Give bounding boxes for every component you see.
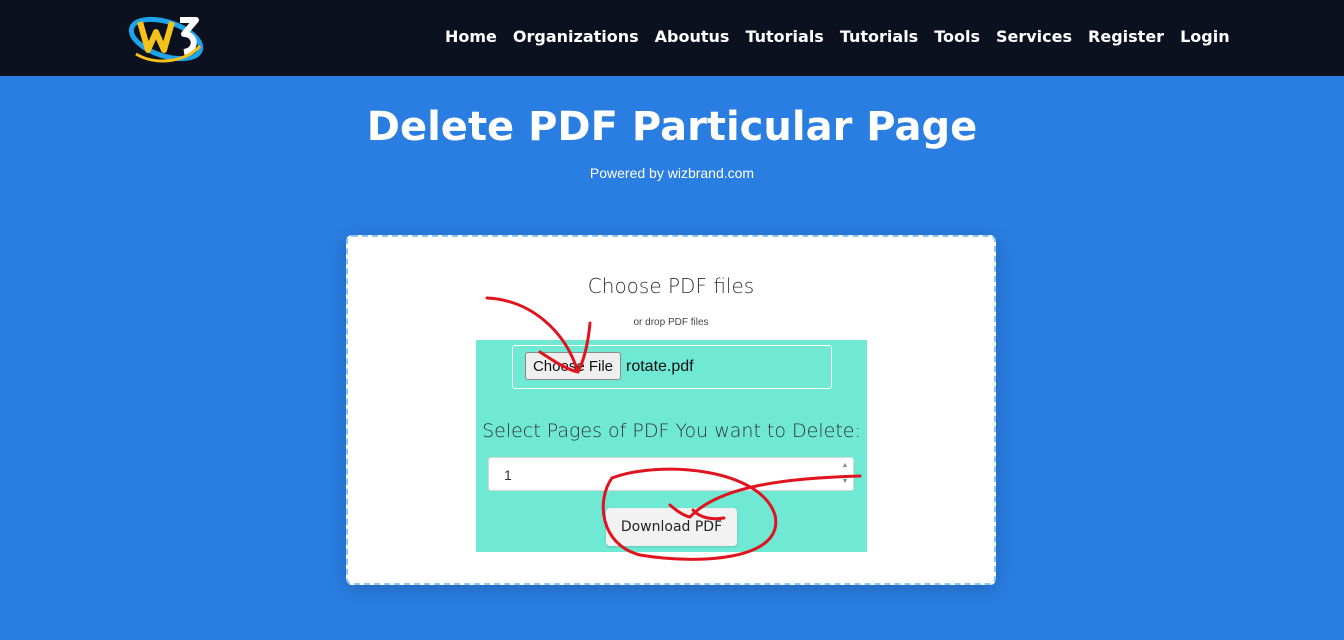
spin-down-icon[interactable]: ▼ [839,476,851,488]
number-spinner[interactable]: ▲ ▼ [839,460,851,488]
drop-hint: or drop PDF files [633,317,709,328]
upload-panel: Choose File rotate.pdf Select Pages of P… [476,340,867,552]
nav-register[interactable]: Register [1088,27,1164,46]
page-number-value: 1 [504,467,512,483]
choose-file-button[interactable]: Choose File [525,352,621,380]
main-nav: Home Organizations Aboutus Tutorials Tut… [445,27,1230,46]
nav-aboutus[interactable]: Aboutus [655,27,730,46]
choose-pdf-heading: Choose PDF files [587,274,755,298]
file-input-box[interactable]: Choose File rotate.pdf [512,345,832,389]
page-title: Delete PDF Particular Page [366,104,978,150]
nav-home[interactable]: Home [445,27,497,46]
nav-login[interactable]: Login [1180,27,1230,46]
navbar: Home Organizations Aboutus Tutorials Tut… [0,0,1344,76]
select-pages-label: Select Pages of PDF You want to Delete: [482,420,861,442]
page-number-input[interactable]: 1 ▲ ▼ [488,457,854,491]
pdf-upload-card: Choose PDF files or drop PDF files Choos… [346,235,996,585]
nav-tutorials-2[interactable]: Tutorials [840,27,918,46]
selected-file-name: rotate.pdf [626,358,694,375]
nav-services[interactable]: Services [996,27,1072,46]
nav-tools[interactable]: Tools [934,27,980,46]
spin-up-icon[interactable]: ▲ [839,460,851,472]
site-logo[interactable] [126,10,206,66]
powered-by-text: Powered by wizbrand.com [589,165,755,181]
download-pdf-button[interactable]: Download PDF [606,508,737,546]
nav-organizations[interactable]: Organizations [513,27,639,46]
nav-tutorials-1[interactable]: Tutorials [745,27,823,46]
